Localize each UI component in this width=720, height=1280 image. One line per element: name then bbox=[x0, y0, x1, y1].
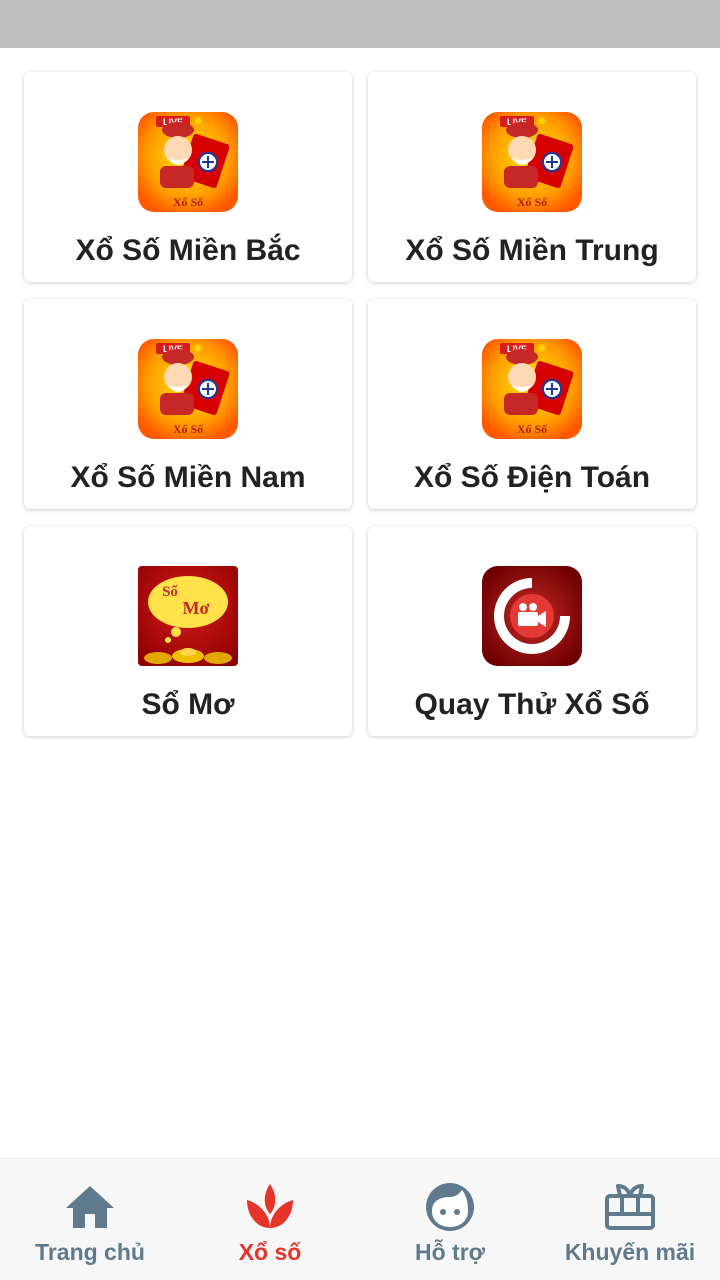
svg-text:Xổ Số: Xổ Số bbox=[517, 422, 548, 436]
nav-label: Trang chủ bbox=[35, 1239, 145, 1265]
card-xo-so-mien-nam[interactable]: LIVE Xổ Số Xổ Số Miền Nam bbox=[24, 299, 352, 509]
status-bar bbox=[0, 0, 720, 48]
nav-item-khuyen-mai[interactable]: Khuyến mãi bbox=[540, 1159, 720, 1280]
card-xo-so-mien-trung[interactable]: LIVE Xổ Số Xổ Số Miền Trung bbox=[368, 72, 696, 282]
card-xo-so-mien-bac[interactable]: LIVE Xổ Số Xổ Số Miền Bắc bbox=[24, 72, 352, 282]
svg-text:Mơ: Mơ bbox=[183, 598, 210, 618]
video-camera-icon bbox=[482, 566, 582, 666]
svg-text:Sổ: Sổ bbox=[162, 584, 178, 600]
card-label: Sổ Mơ bbox=[141, 688, 235, 721]
nav-label: Khuyến mãi bbox=[564, 1239, 696, 1265]
svg-text:Xổ Số: Xổ Số bbox=[173, 195, 204, 209]
face-icon bbox=[422, 1179, 478, 1235]
card-label: Xổ Số Điện Toán bbox=[413, 461, 651, 494]
card-label: Xổ Số Miền Nam bbox=[70, 461, 306, 494]
card-label: Quay Thử Xổ Số bbox=[414, 688, 650, 721]
gift-icon bbox=[602, 1179, 658, 1235]
nav-item-xo-so[interactable]: Xổ số bbox=[180, 1159, 360, 1280]
home-icon bbox=[62, 1179, 118, 1235]
card-xo-so-dien-toan[interactable]: LIVE Xổ Số Xổ Số Điện Toán bbox=[368, 299, 696, 509]
nav-item-ho-tro[interactable]: Hỗ trợ bbox=[360, 1159, 540, 1280]
nav-label: Hỗ trợ bbox=[414, 1239, 485, 1265]
xo-so-live-icon: LIVE Xổ Số bbox=[138, 112, 238, 212]
card-so-mo[interactable]: Sổ Mơ Sổ Mơ bbox=[24, 526, 352, 736]
nav-label: Xổ số bbox=[238, 1239, 302, 1265]
card-label: Xổ Số Miền Bắc bbox=[75, 234, 301, 267]
card-quay-thu-xo-so[interactable]: Quay Thử Xổ Số bbox=[368, 526, 696, 736]
bottom-nav: Trang chủ Xổ số Hỗ trợ Khuyến mãi bbox=[0, 1158, 720, 1280]
xo-so-live-icon: LIVE Xổ Số bbox=[482, 339, 582, 439]
so-mo-icon: Sổ Mơ bbox=[138, 566, 238, 666]
lotus-icon bbox=[242, 1179, 298, 1235]
xo-so-live-icon: LIVE Xổ Số bbox=[482, 112, 582, 212]
card-label: Xổ Số Miền Trung bbox=[405, 234, 659, 267]
nav-item-trang-chu[interactable]: Trang chủ bbox=[0, 1159, 180, 1280]
svg-text:Xổ Số: Xổ Số bbox=[173, 422, 204, 436]
xo-so-live-icon: LIVE Xổ Số bbox=[138, 339, 238, 439]
svg-text:Xổ Số: Xổ Số bbox=[517, 195, 548, 209]
